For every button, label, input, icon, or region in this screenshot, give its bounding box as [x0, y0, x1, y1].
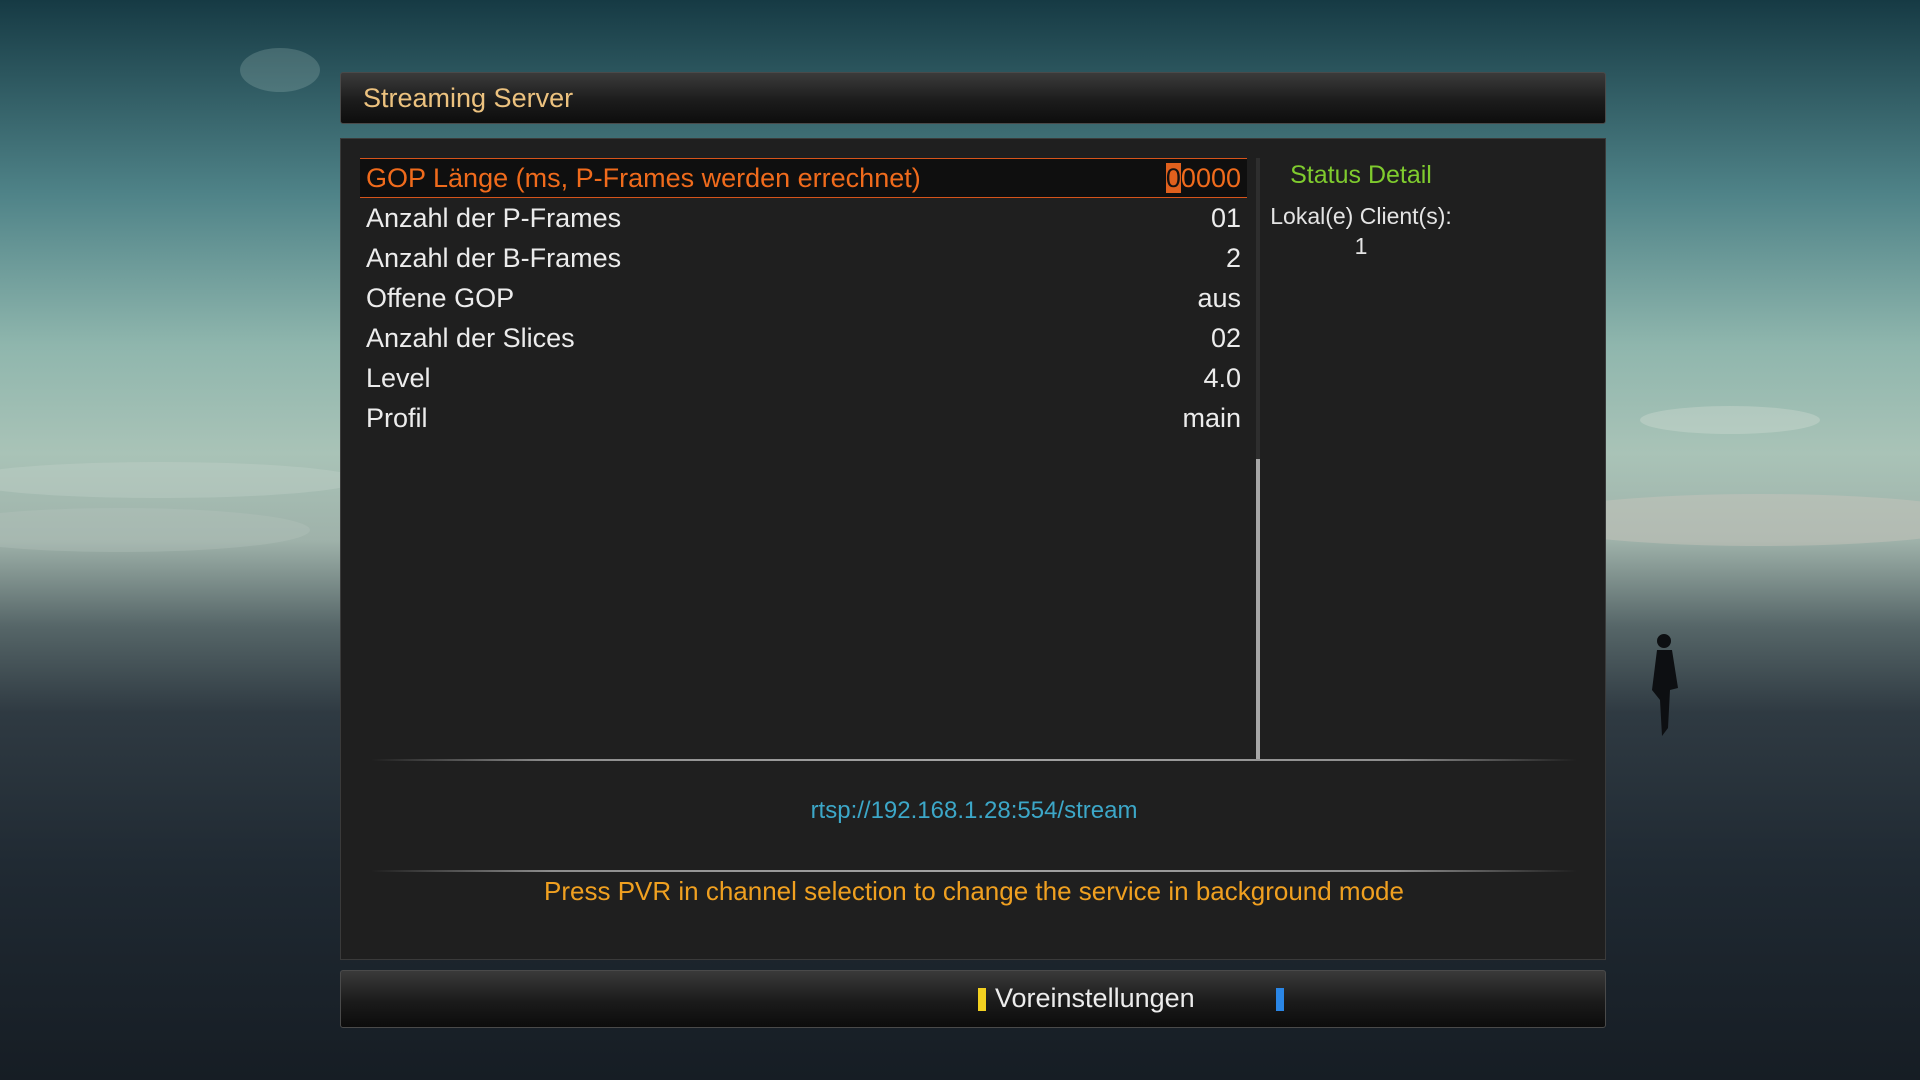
streaming-server-dialog: Streaming Server GOP Länge (ms, P-Frames…: [336, 68, 1610, 1032]
help-hint: Press PVR in channel selection to change…: [544, 876, 1404, 906]
stream-url: rtsp://192.168.1.28:554/stream: [810, 797, 1138, 824]
main-panel: GOP Länge (ms, P-Frames werden errechnet…: [340, 138, 1606, 960]
title-bar: Streaming Server: [340, 72, 1606, 124]
setting-value[interactable]: 4.0: [1203, 358, 1241, 398]
setting-row-profile[interactable]: Profil main: [360, 398, 1247, 438]
divider: [371, 870, 1577, 872]
setting-value[interactable]: 02: [1211, 318, 1241, 358]
setting-label: Anzahl der P-Frames: [366, 203, 622, 233]
person-silhouette: [1652, 634, 1678, 736]
setting-label: Anzahl der Slices: [366, 323, 575, 353]
setting-row-p-frames[interactable]: Anzahl der P-Frames 01: [360, 198, 1247, 238]
yellow-key-icon[interactable]: [978, 988, 986, 1011]
yellow-button-label[interactable]: Voreinstellungen: [995, 983, 1195, 1014]
setting-row-gop-length[interactable]: GOP Länge (ms, P-Frames werden errechnet…: [360, 158, 1247, 198]
local-clients-label: Lokal(e) Client(s):: [1270, 203, 1452, 229]
setting-label: GOP Länge (ms, P-Frames werden errechnet…: [366, 163, 921, 193]
setting-row-open-gop[interactable]: Offene GOP aus: [360, 278, 1247, 318]
settings-list: GOP Länge (ms, P-Frames werden errechnet…: [360, 158, 1247, 438]
setting-label: Anzahl der B-Frames: [366, 243, 622, 273]
setting-label: Profil: [366, 403, 428, 433]
setting-row-level[interactable]: Level 4.0: [360, 358, 1247, 398]
setting-label: Offene GOP: [366, 283, 515, 313]
setting-value[interactable]: main: [1182, 398, 1241, 438]
divider: [371, 759, 1577, 761]
setting-value[interactable]: aus: [1197, 278, 1241, 318]
scrollbar-thumb[interactable]: [1256, 459, 1260, 759]
blue-key-icon[interactable]: [1276, 988, 1284, 1011]
local-clients-count: 1: [1354, 233, 1368, 259]
setting-label: Level: [366, 363, 431, 393]
setting-row-slices[interactable]: Anzahl der Slices 02: [360, 318, 1247, 358]
status-detail-title: Status Detail: [1290, 161, 1432, 189]
setting-row-b-frames[interactable]: Anzahl der B-Frames 2: [360, 238, 1247, 278]
button-bar: Voreinstellungen: [340, 970, 1606, 1028]
window-title: Streaming Server: [363, 83, 574, 113]
